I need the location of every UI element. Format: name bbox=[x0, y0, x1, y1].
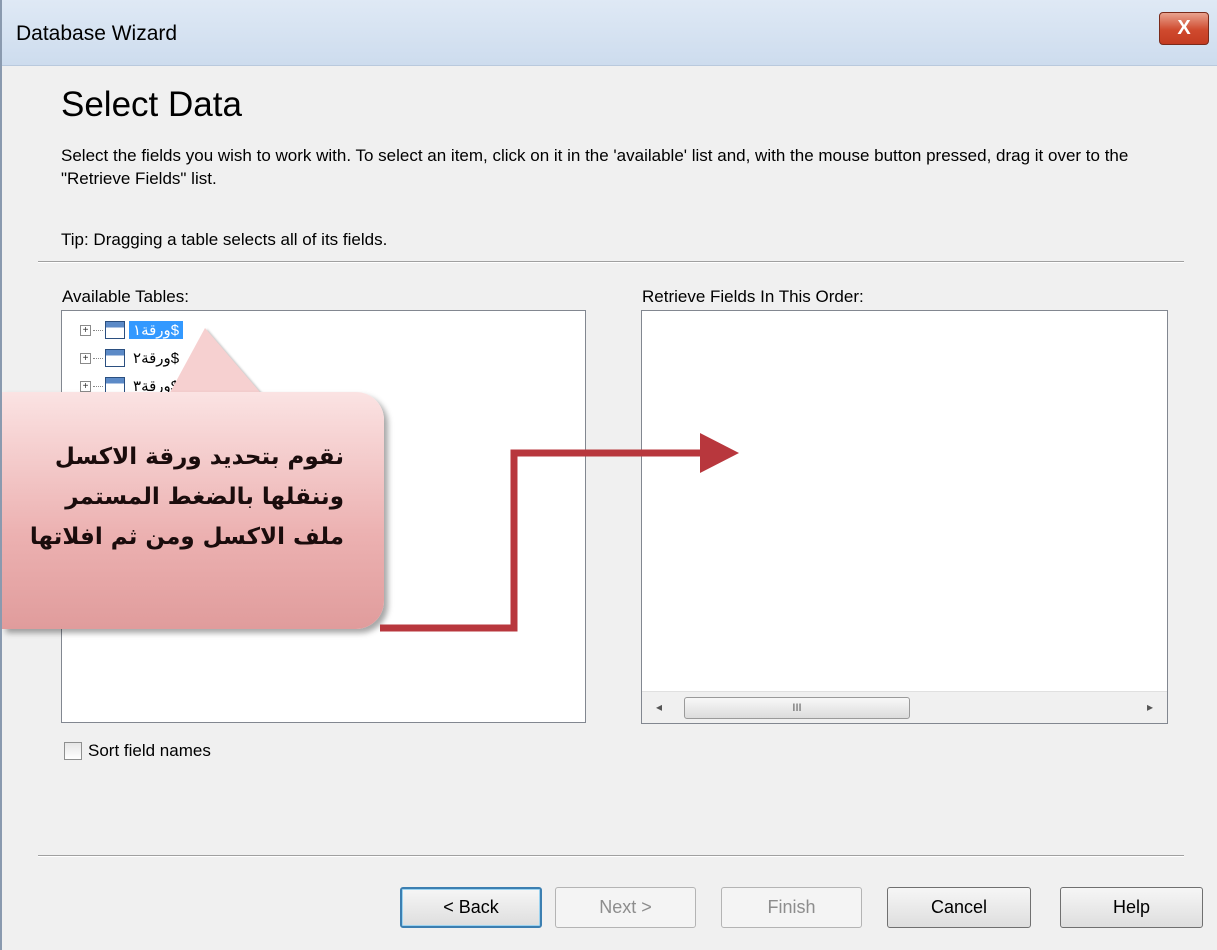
database-wizard-window: Database Wizard X Select Data Select the… bbox=[0, 0, 1217, 950]
drag-arrow-icon bbox=[380, 433, 739, 632]
